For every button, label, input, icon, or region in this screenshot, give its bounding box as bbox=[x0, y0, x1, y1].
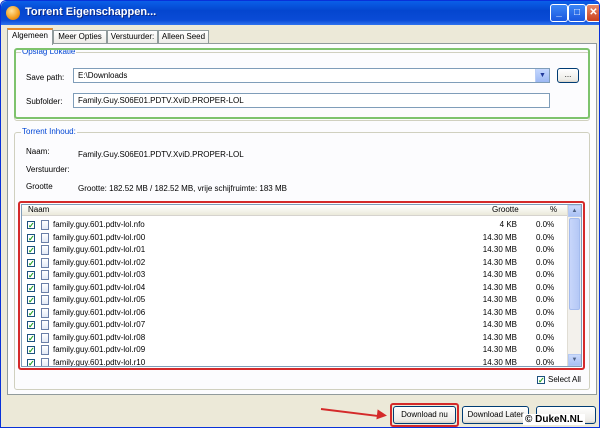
maximize-button[interactable]: □ bbox=[568, 4, 586, 22]
window-title: Torrent Eigenschappen... bbox=[25, 6, 157, 18]
tab-meer-opties[interactable]: Meer Opties bbox=[53, 30, 107, 44]
content-legend: Torrent Inhoud: bbox=[21, 127, 77, 136]
sender-label: Verstuurder: bbox=[26, 165, 70, 174]
tab-verstuurder[interactable]: Verstuurder: bbox=[107, 30, 158, 44]
app-icon bbox=[6, 6, 20, 20]
watermark: © DukeN.NL bbox=[523, 414, 585, 425]
close-icon: ✕ bbox=[589, 7, 598, 18]
red-arrow-head-icon bbox=[376, 409, 388, 421]
minimize-button[interactable]: _ bbox=[550, 4, 568, 22]
size-label: Grootte bbox=[26, 182, 53, 191]
select-all-label: Select All bbox=[548, 375, 581, 384]
red-arrow-line bbox=[320, 408, 379, 418]
select-all-checkbox[interactable]: ✓ Select All bbox=[537, 375, 585, 386]
name-label: Naam: bbox=[26, 147, 50, 156]
tab-alleen-seed[interactable]: Alleen Seed bbox=[158, 30, 209, 44]
tab-algemeen[interactable]: Algemeen bbox=[7, 28, 53, 45]
download-later-button[interactable]: Download Later bbox=[462, 406, 529, 424]
minimize-icon: _ bbox=[556, 7, 562, 18]
red-highlight-button bbox=[390, 403, 459, 427]
maximize-icon: □ bbox=[573, 7, 581, 18]
size-value: Grootte: 182.52 MB / 182.52 MB, vrije sc… bbox=[78, 184, 287, 193]
title-bar[interactable]: Torrent Eigenschappen... _ □ ✕ bbox=[1, 1, 599, 25]
torrent-properties-window: Torrent Eigenschappen... _ □ ✕ Algemeen … bbox=[0, 0, 600, 428]
green-highlight-box bbox=[14, 48, 590, 119]
select-all-check[interactable]: ✓ bbox=[537, 376, 545, 385]
name-value: Family.Guy.S06E01.PDTV.XviD.PROPER-LOL bbox=[78, 150, 244, 159]
red-highlight-box bbox=[18, 201, 585, 370]
close-button[interactable]: ✕ bbox=[586, 4, 599, 22]
